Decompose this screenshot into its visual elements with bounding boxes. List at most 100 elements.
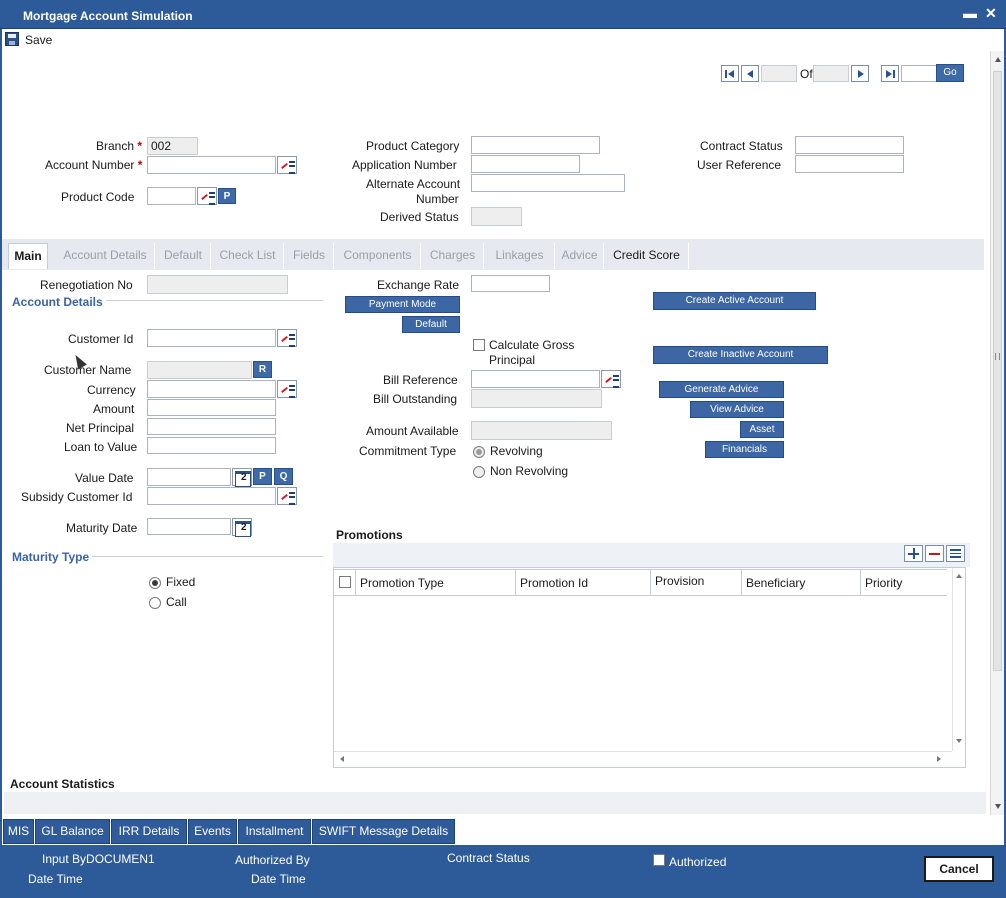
close-icon[interactable]: ✕ [985,6,997,20]
tab-strip: Main Account Details Default Check List … [2,239,984,270]
swift-message-details-button[interactable]: SWIFT Message Details [312,819,455,844]
maturity-date-field[interactable] [147,518,231,535]
promotions-select-all-checkbox[interactable] [339,576,351,588]
payment-mode-button[interactable]: Payment Mode [345,296,460,313]
vertical-scrollbar[interactable] [990,51,1004,815]
generate-advice-button[interactable]: Generate Advice [659,381,784,398]
customer-name-r-button[interactable]: R [253,361,272,378]
tab-components[interactable]: Components [335,243,421,269]
value-date-calendar-icon[interactable] [232,468,252,487]
current-record-field[interactable] [761,65,797,82]
save-icon[interactable] [5,32,19,46]
first-record-icon[interactable] [721,65,739,82]
financials-button[interactable]: Financials [705,441,784,458]
alternate-account-field[interactable] [471,174,625,192]
commitment-revolving-radio[interactable] [473,446,485,458]
promotions-select-all-cell [334,570,355,596]
amount-available-field [471,421,612,440]
commitment-non-revolving-radio[interactable] [473,466,485,478]
view-advice-button[interactable]: View Advice [690,401,784,418]
promotions-scroll-up-icon[interactable] [956,574,962,578]
subsidy-customer-id-label: Subsidy Customer Id [21,490,133,504]
scroll-up-icon[interactable] [995,57,1001,62]
delete-row-icon[interactable] [925,545,944,562]
tab-account-details[interactable]: Account Details [56,243,155,269]
product-code-lov-icon[interactable] [197,187,217,205]
single-view-icon[interactable] [946,545,965,562]
application-number-field[interactable] [471,155,580,173]
loan-to-value-field[interactable] [147,437,276,454]
maturity-date-calendar-icon[interactable] [232,518,252,537]
installment-button[interactable]: Installment [238,819,311,844]
irr-details-button[interactable]: IRR Details [111,819,187,844]
account-statistics-panel [4,792,986,814]
user-reference-field[interactable] [795,155,904,173]
value-date-q-button[interactable]: Q [274,468,293,485]
amount-field[interactable] [147,399,276,416]
promotions-scroll-down-icon[interactable] [956,739,962,743]
maturity-call-label: Call [166,595,187,609]
loan-to-value-label: Loan to Value [64,440,138,454]
authorized-checkbox [653,854,665,866]
asset-button[interactable]: Asset [740,421,784,438]
promotions-col-id: Promotion Id [515,570,650,596]
promotions-horizontal-scrollbar[interactable] [334,751,952,767]
maturity-call-radio[interactable] [149,597,161,609]
minimize-icon[interactable]: ▬ [963,6,977,20]
bill-reference-field[interactable] [471,370,600,388]
currency-field[interactable] [147,380,276,398]
account-number-lov-icon[interactable] [277,156,297,174]
create-active-account-button[interactable]: Create Active Account [653,292,816,310]
subsidy-customer-id-field[interactable] [147,487,276,505]
exchange-rate-field[interactable] [471,275,550,292]
previous-record-icon[interactable] [741,65,759,82]
calculate-gross-principal-checkbox[interactable] [473,339,485,351]
maturity-fixed-radio[interactable] [149,577,161,589]
tab-fields[interactable]: Fields [285,243,334,269]
tab-default[interactable]: Default [156,243,211,269]
goto-record-field[interactable] [901,65,937,82]
bill-reference-lov-icon[interactable] [601,370,621,388]
contract-status-field[interactable] [795,136,904,154]
cancel-button[interactable]: Cancel [924,856,994,882]
input-by-label: Input ByDOCUMEN1 [42,852,155,866]
value-date-field[interactable] [147,468,231,486]
tab-linkages[interactable]: Linkages [485,243,555,269]
currency-lov-icon[interactable] [277,380,297,398]
gl-balance-button[interactable]: GL Balance [35,819,110,844]
promotions-col-beneficiary: Beneficiary [741,570,860,596]
tab-advice[interactable]: Advice [556,243,604,269]
mis-button[interactable]: MIS [3,819,34,844]
product-code-p-button[interactable]: P [218,188,236,204]
go-button[interactable]: Go [936,64,964,82]
tab-credit-score[interactable]: Credit Score [605,243,689,269]
create-inactive-account-button[interactable]: Create Inactive Account [653,346,828,364]
events-button[interactable]: Events [188,819,237,844]
product-code-field[interactable] [147,187,196,205]
account-number-field[interactable] [147,156,276,174]
tab-check-list[interactable]: Check List [212,243,284,269]
subsidy-customer-id-lov-icon[interactable] [277,487,297,505]
alternate-account-label: Alternate Account [366,177,461,191]
promotions-scroll-left-icon[interactable] [340,756,344,762]
customer-id-field[interactable] [147,329,276,347]
product-category-field[interactable] [471,136,600,154]
scroll-down-icon[interactable] [995,804,1001,809]
scroll-thumb[interactable] [993,71,1002,671]
promotions-vertical-scrollbar[interactable] [952,568,966,751]
tab-main[interactable]: Main [8,243,48,269]
commitment-non-revolving-label: Non Revolving [490,464,569,478]
value-date-p-button[interactable]: P [253,468,272,485]
branch-field[interactable]: 002 [147,137,198,155]
calculate-gross-principal-label: Calculate Gross [489,338,575,352]
add-row-icon[interactable] [904,545,923,562]
last-record-icon[interactable] [881,65,899,82]
customer-id-lov-icon[interactable] [277,329,297,347]
promotions-scroll-right-icon[interactable] [937,756,941,762]
save-button[interactable]: Save [25,33,52,47]
default-button[interactable]: Default [402,316,460,333]
derived-status-label: Derived Status [380,210,459,224]
net-principal-field[interactable] [147,418,276,435]
next-record-icon[interactable] [851,65,869,82]
tab-charges[interactable]: Charges [422,243,484,269]
